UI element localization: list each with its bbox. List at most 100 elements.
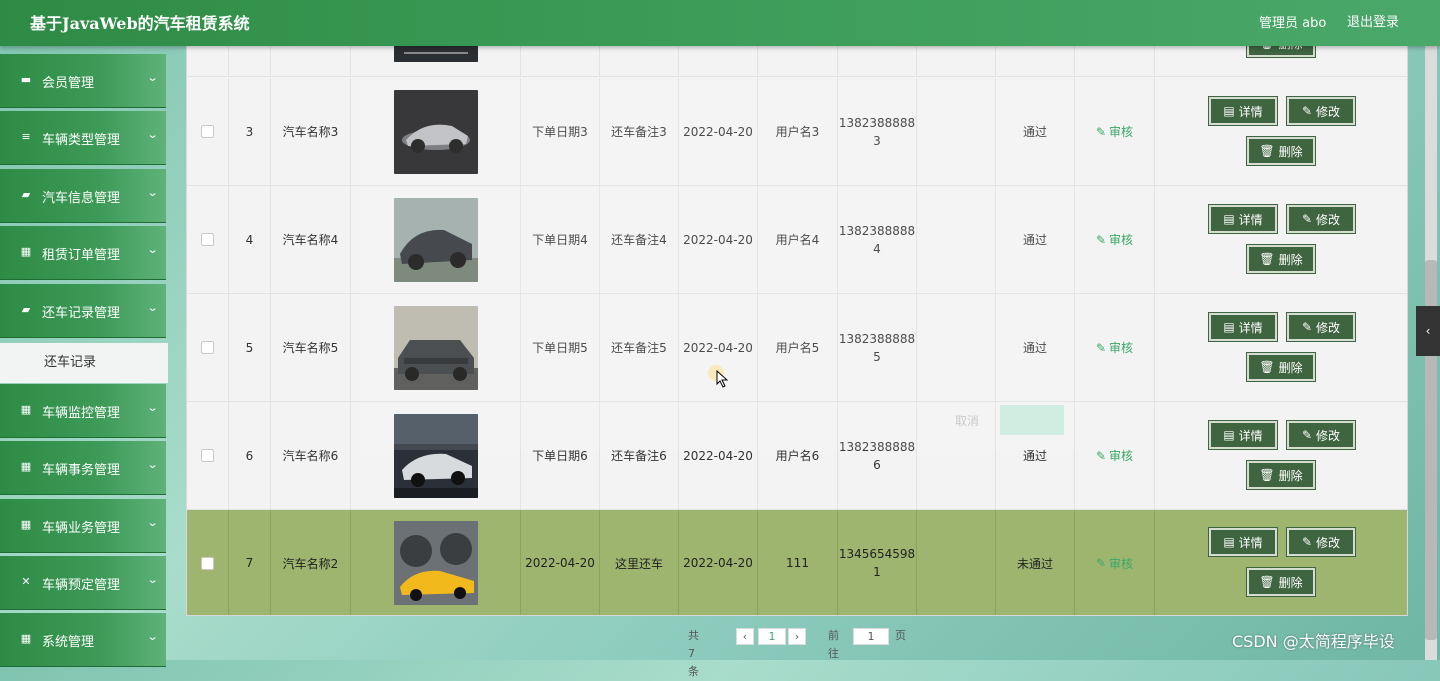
sidebar-item-label: 车辆类型管理: [42, 133, 121, 148]
dialog-cancel-button[interactable]: 取消: [955, 412, 979, 429]
dialog-confirm-button[interactable]: [1000, 405, 1064, 435]
sidebar-item-label: 还车记录管理: [42, 306, 121, 321]
grid-icon: ▦: [20, 632, 32, 645]
phone-part: 5: [873, 349, 881, 364]
audit-label: 审核: [1109, 341, 1134, 355]
edit-button[interactable]: ✎修改: [1286, 420, 1356, 450]
table-row[interactable]: 5 汽车名称5 下单日期5 还车备注5 2022-04-20 用户名5 1382…: [187, 294, 1407, 402]
edit-icon: ✎: [1095, 340, 1107, 355]
delete-button[interactable]: 🗑删除: [1246, 460, 1316, 490]
row-checkbox[interactable]: [201, 233, 214, 246]
phone-part: 1382388888: [838, 439, 916, 454]
button-label: 详情: [1238, 104, 1263, 119]
app-title: 基于JavaWeb的汽车租赁系统: [30, 14, 250, 33]
audit-link[interactable]: ✎审核: [1096, 447, 1133, 464]
sidebar-item-car-info[interactable]: ▰ 汽车信息管理 ⌄: [0, 169, 166, 223]
audit-link[interactable]: ✎审核: [1096, 123, 1133, 140]
edit-button[interactable]: ✎修改: [1286, 96, 1356, 126]
username: 用户名4: [758, 186, 838, 293]
button-label: 详情: [1238, 428, 1263, 443]
goto-label: 前往: [828, 629, 839, 660]
edit-button[interactable]: ✎修改: [1286, 312, 1356, 342]
audit-status: 通过: [996, 186, 1075, 293]
table-row[interactable]: 4 汽车名称4 下单日期4 还车备注4 2022-04-20 用户名4 1382…: [187, 186, 1407, 294]
audit-link[interactable]: ✎审核: [1096, 339, 1133, 356]
phone: 1382388888 3: [838, 78, 917, 185]
collapse-panel-tab[interactable]: ‹: [1416, 306, 1440, 356]
goto-page-input[interactable]: 1: [853, 628, 889, 645]
sidebar-subitem-return-record[interactable]: 还车记录: [0, 343, 168, 383]
audit-link[interactable]: ✎审核: [1096, 231, 1133, 248]
return-note: 这里还车: [600, 510, 679, 615]
sidebar-item-vehicle-monitor[interactable]: ▦ 车辆监控管理 ⌄: [0, 384, 166, 438]
username: 用户名5: [758, 294, 838, 401]
phone: 1345654598 1: [838, 510, 917, 615]
edit-icon: ✎: [1095, 556, 1107, 570]
document-icon: ▤: [1223, 535, 1235, 549]
sidebar: ▬ 会员管理 ⌄ ≡ 车辆类型管理 ⌄ ▰ 汽车信息管理 ⌄ ▦ 租赁订单管理 …: [0, 46, 168, 667]
grid-icon: ▦: [20, 460, 32, 473]
sidebar-item-vehicle-business[interactable]: ▦ 车辆业务管理 ⌄: [0, 499, 166, 553]
audit-link[interactable]: ✎审核: [1096, 555, 1133, 572]
audit-status: 通过: [996, 78, 1075, 185]
sidebar-item-label: 租赁订单管理: [42, 248, 121, 263]
button-label: 修改: [1316, 104, 1341, 119]
car-image: [393, 521, 478, 605]
button-label: 修改: [1316, 535, 1341, 550]
mouse-cursor-icon: [716, 369, 729, 391]
trash-icon: 🗑: [1259, 468, 1275, 482]
sidebar-item-system[interactable]: ▦ 系统管理 ⌄: [0, 613, 166, 667]
username: 用户名6: [758, 402, 838, 509]
page-number[interactable]: 1: [758, 628, 786, 645]
edit-button[interactable]: ✎修改: [1286, 527, 1356, 557]
sidebar-item-vehicle-affairs[interactable]: ▦ 车辆事务管理 ⌄: [0, 441, 166, 495]
button-label: 修改: [1316, 320, 1341, 335]
total-count: 共 7 条: [688, 629, 699, 678]
return-date: 2022-04-20: [679, 186, 758, 293]
prev-page-button[interactable]: ‹: [736, 628, 754, 645]
chevron-down-icon: ⌄: [146, 186, 159, 199]
row-checkbox[interactable]: [201, 449, 214, 462]
delete-button[interactable]: 🗑删除: [1246, 244, 1316, 274]
logout-link[interactable]: 退出登录: [1347, 11, 1399, 30]
order-date: 下单日期6: [521, 402, 600, 509]
row-index: 7: [229, 510, 271, 615]
detail-button[interactable]: ▤详情: [1208, 96, 1278, 126]
phone-part: 6: [873, 457, 881, 472]
detail-button[interactable]: ▤详情: [1208, 204, 1278, 234]
phone-part: 3: [873, 133, 881, 148]
sidebar-item-member[interactable]: ▬ 会员管理 ⌄: [0, 54, 166, 108]
detail-button[interactable]: ▤详情: [1208, 312, 1278, 342]
detail-button[interactable]: ▤详情: [1208, 527, 1278, 557]
sidebar-item-rental-order[interactable]: ▦ 租赁订单管理 ⌄: [0, 226, 166, 280]
car-name: 汽车名称4: [271, 186, 351, 293]
car-image: [393, 197, 478, 282]
detail-button[interactable]: ▤详情: [1208, 420, 1278, 450]
button-label: 详情: [1238, 320, 1263, 335]
sidebar-item-return-record[interactable]: ▰ 还车记录管理 ⌄: [0, 284, 166, 338]
return-note: 还车备注6: [600, 402, 679, 509]
delete-button[interactable]: 🗑删除: [1246, 136, 1316, 166]
row-checkbox[interactable]: [201, 556, 214, 570]
table-row[interactable]: 3 汽车名称3 下单日期3 还车备注3 2022-04-20 用户名3 1382…: [187, 78, 1407, 186]
page-suffix: 页: [895, 629, 906, 642]
audit-status: 未通过: [996, 510, 1075, 615]
trash-icon: 🗑: [1259, 575, 1275, 589]
document-icon: ▤: [1223, 320, 1235, 334]
delete-button[interactable]: 🗑删除: [1246, 567, 1316, 597]
edit-button[interactable]: ✎修改: [1286, 204, 1356, 234]
grid-icon: ▦: [20, 518, 32, 531]
next-page-button[interactable]: ›: [788, 628, 806, 645]
car-name: 汽车名称3: [271, 78, 351, 185]
sidebar-item-label: 汽车信息管理: [42, 191, 121, 206]
sidebar-item-vehicle-type[interactable]: ≡ 车辆类型管理 ⌄: [0, 111, 166, 165]
table-row-selected[interactable]: 7 汽车名称2 2022-04-20 这里还车 2022-04-20 111 1…: [187, 510, 1407, 615]
phone: 1382388888 6: [838, 402, 917, 509]
delete-button[interactable]: 🗑删除: [1246, 352, 1316, 382]
row-checkbox[interactable]: [201, 125, 214, 138]
sidebar-item-label: 系统管理: [42, 635, 95, 650]
table-row[interactable]: 6 汽车名称6 下单日期6 还车备注6 2022-04-20 用户名6 1382…: [187, 402, 1407, 510]
sidebar-item-vehicle-booking[interactable]: ✕ 车辆预定管理 ⌄: [0, 556, 166, 610]
document-icon: ▤: [1223, 212, 1235, 226]
row-checkbox[interactable]: [201, 341, 214, 354]
